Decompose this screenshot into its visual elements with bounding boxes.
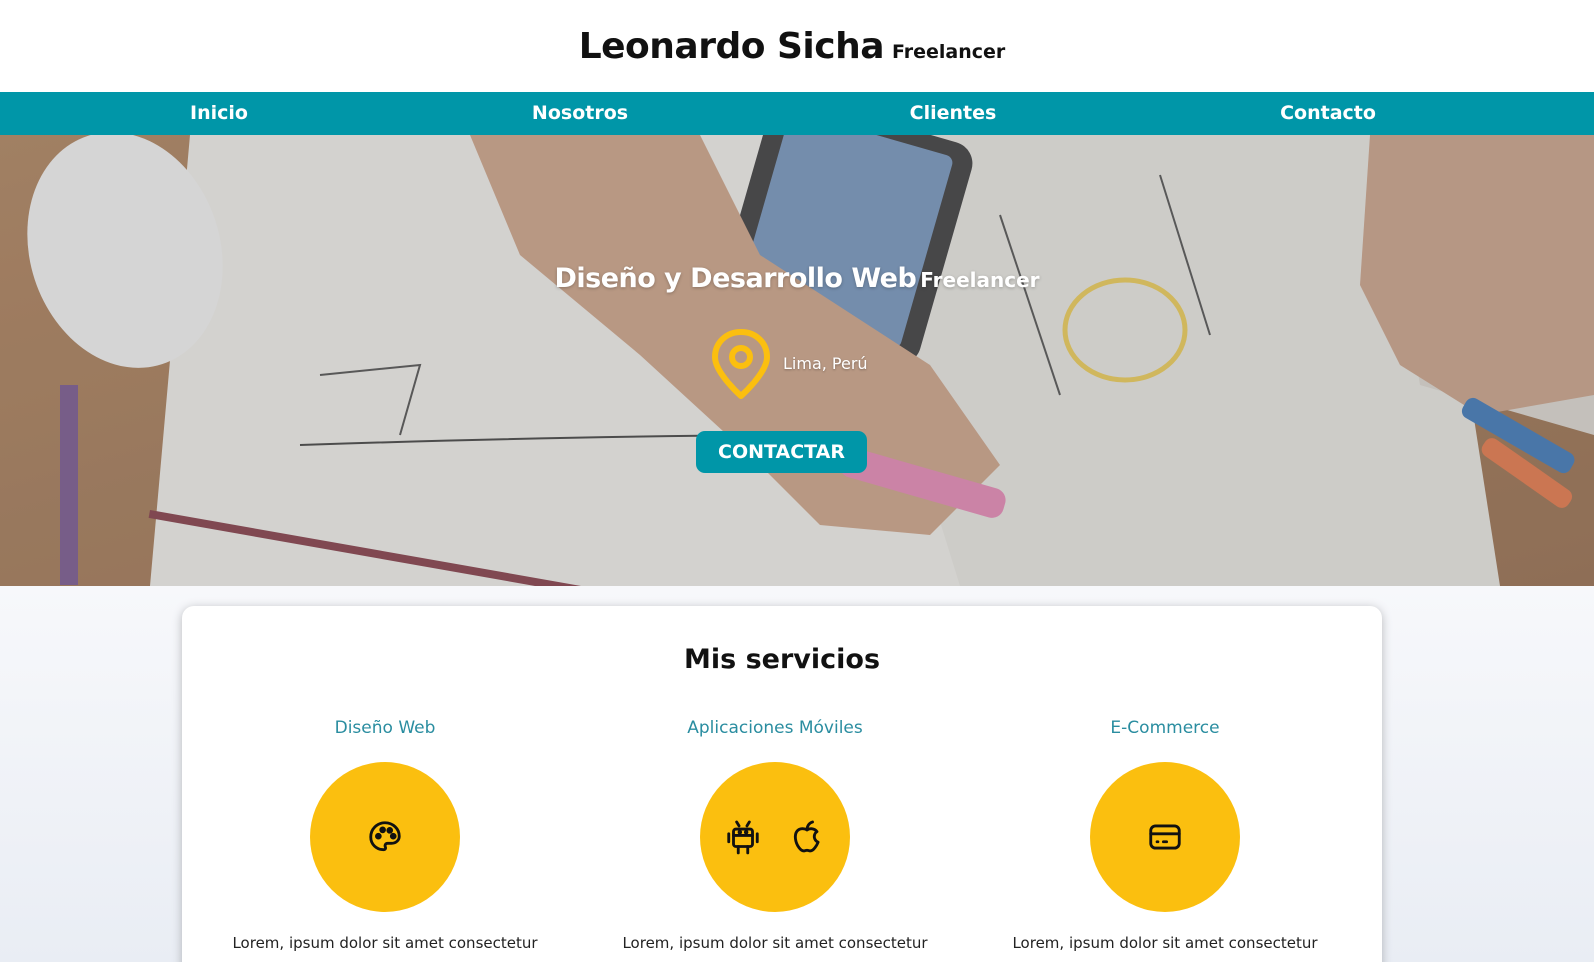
contact-button[interactable]: CONTACTAR	[696, 431, 867, 473]
service-web-design: Diseño Web Lorem, ipsum dolor sit amet c…	[190, 714, 580, 952]
nav-link-nosotros[interactable]: Nosotros	[532, 92, 628, 135]
hero-title-main: Diseño y Desarrollo Web	[554, 263, 917, 294]
service-description: Lorem, ipsum dolor sit amet consectetur	[1012, 934, 1318, 952]
service-title: Diseño Web	[334, 718, 436, 738]
site-title-name: Leonardo Sicha	[578, 25, 885, 67]
service-title: Aplicaciones Móviles	[687, 718, 863, 738]
nav-link-clientes[interactable]: Clientes	[910, 92, 997, 135]
service-ecommerce: E-Commerce Lorem, ipsum dolor sit amet c…	[970, 714, 1360, 952]
location-text: Lima, Perú	[783, 353, 868, 373]
location: Lima, Perú	[707, 326, 868, 402]
site-title: Leonardo Sicha Freelancer	[579, 26, 1006, 67]
service-icon-circle	[310, 762, 460, 912]
services-section: Mis servicios Diseño Web Lorem, ipsum do…	[0, 586, 1594, 962]
site-header: Leonardo Sicha Freelancer	[0, 0, 1594, 92]
service-title: E-Commerce	[1110, 718, 1220, 738]
services-heading: Mis servicios	[683, 644, 881, 675]
credit-card-icon	[1149, 824, 1181, 850]
map-pin-icon	[712, 329, 770, 399]
site-title-subtitle: Freelancer	[892, 40, 1006, 63]
nav-link-contacto[interactable]: Contacto	[1280, 92, 1376, 135]
service-description: Lorem, ipsum dolor sit amet consectetur	[232, 934, 538, 952]
main-nav: Inicio Nosotros Clientes Contacto	[0, 92, 1594, 135]
service-icon-circle	[1090, 762, 1240, 912]
android-icon	[727, 820, 759, 855]
nav-link-inicio[interactable]: Inicio	[190, 92, 248, 135]
service-icon-circle	[700, 762, 850, 912]
hero-section: Diseño y Desarrollo Web Freelancer Lima, …	[0, 135, 1594, 586]
service-description: Lorem, ipsum dolor sit amet consectetur	[622, 934, 928, 952]
palette-icon	[369, 821, 401, 852]
service-mobile-apps: Aplicaciones Móviles Lorem, ipsum dolor …	[580, 714, 970, 952]
hero-title: Diseño y Desarrollo Web Freelancer	[0, 263, 1594, 294]
hero-title-subtitle: Freelancer	[920, 268, 1040, 292]
apple-icon	[793, 820, 820, 853]
services-card: Mis servicios Diseño Web Lorem, ipsum do…	[182, 606, 1382, 962]
